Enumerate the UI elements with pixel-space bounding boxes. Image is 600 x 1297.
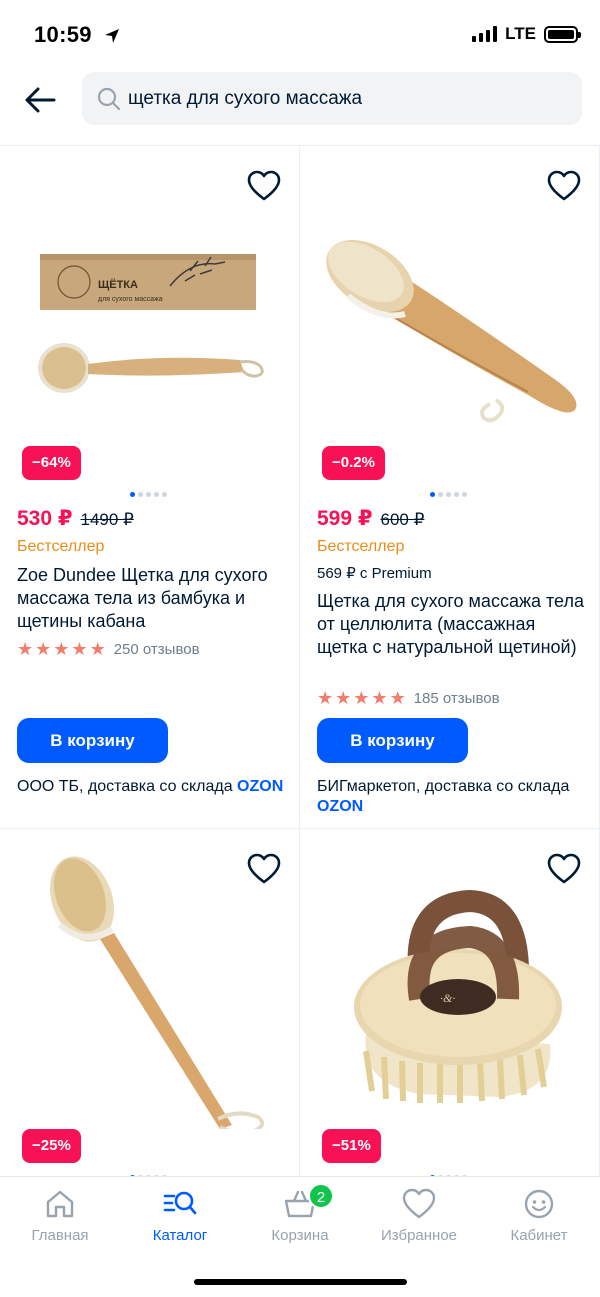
star-icon: ★ [335,688,352,708]
search-icon [97,87,121,111]
location-arrow-icon [105,29,120,44]
reviews-count: 185 отзывов [413,689,500,707]
cart-count-badge: 2 [308,1183,334,1209]
star-icon: ★ [89,639,106,659]
star-icon: ★ [71,639,88,659]
price-row: 530 ₽ 1490 ₽ [17,506,134,531]
star-icon: ★ [353,688,370,708]
tab-favorites[interactable]: Избранное [359,1187,479,1244]
product-title[interactable]: Zoe Dundee Щетка для сухого массажа тела… [17,564,287,633]
favorite-heart-icon[interactable] [547,853,581,885]
tab-label: Кабинет [510,1227,568,1244]
old-price: 1490 ₽ [80,510,134,529]
tab-catalog[interactable]: Каталог [120,1187,240,1244]
back-arrow-icon [25,87,56,113]
search-input[interactable]: щетка для сухого массажа [82,72,582,125]
search-header: щетка для сухого массажа [0,70,600,146]
seller-info: ООО ТБ, доставка со склада OZON [17,777,287,797]
box-sublabel: для сухого массажа [98,296,163,303]
product-title[interactable]: Щетка для сухого массажа тела от целлюли… [317,590,587,659]
tab-label: Главная [31,1227,89,1244]
premium-price: 569 ₽ с Premium [317,565,432,582]
seller-text[interactable]: БИГмаркетоп, доставка со склада [317,778,569,795]
box-label: ЩЁТКА [98,278,138,291]
seller-text[interactable]: ООО ТБ, доставка со склада [17,778,233,795]
home-icon [46,1190,74,1218]
add-to-cart-button[interactable]: В корзину [317,718,468,763]
signal-icon [472,26,498,42]
rating: ★ ★ ★ ★ ★ 250 отзывов [17,640,200,658]
ozon-label: OZON [317,798,364,815]
seller-info: БИГмаркетоп, доставка со склада OZON [317,777,587,817]
rating: ★ ★ ★ ★ ★ 185 отзывов [317,689,500,707]
current-price: 599 ₽ [317,507,373,530]
tab-label: Каталог [152,1227,208,1244]
favorite-heart-icon[interactable] [247,170,281,202]
network-label: LTE [505,24,536,43]
search-query: щетка для сухого массажа [128,88,363,109]
catalog-search-icon [163,1191,197,1215]
bestseller-label: Бестселлер [317,538,405,555]
tab-cart[interactable]: 2 Корзина [240,1183,360,1244]
star-icon: ★ [371,688,388,708]
smiley-icon [524,1189,554,1219]
discount-badge: −25% [22,1129,81,1163]
battery-icon [544,25,581,43]
back-button[interactable] [20,82,60,118]
tab-label: Избранное [380,1227,458,1244]
star-icon: ★ [17,639,34,659]
star-icon: ★ [53,639,70,659]
heart-icon [402,1188,436,1219]
status-indicators: LTE [472,24,581,44]
tab-label: Корзина [271,1227,329,1244]
ozon-label: OZON [237,778,284,795]
status-bar: 10:59 LTE [0,0,600,70]
discount-badge: −64% [22,446,81,480]
favorite-heart-icon[interactable] [247,853,281,885]
current-price: 530 ₽ [17,507,73,530]
home-indicator[interactable] [194,1279,407,1285]
old-price: 600 ₽ [380,510,425,529]
star-icon: ★ [317,688,334,708]
image-pager-dots [130,492,167,497]
product-card[interactable]: −0.2% 599 ₽ 600 ₽ Бестселлер 569 ₽ с Pre… [300,146,600,829]
tab-home[interactable]: Главная [0,1187,120,1244]
star-icon: ★ [389,688,406,708]
favorite-heart-icon[interactable] [547,170,581,202]
discount-badge: −51% [322,1129,381,1163]
product-card[interactable]: ·&· −51% [300,829,600,1189]
discount-badge: −0.2% [322,446,385,480]
image-pager-dots [430,492,467,497]
reviews-count: 250 отзывов [113,640,200,658]
product-card[interactable]: ЩЁТКА для сухого массажа −64% 530 ₽ 1490… [0,146,300,829]
bestseller-label: Бестселлер [17,538,105,555]
add-to-cart-button[interactable]: В корзину [17,718,168,763]
price-row: 599 ₽ 600 ₽ [317,506,424,531]
product-card[interactable]: −25% [0,829,300,1189]
status-time: 10:59 [34,22,120,48]
star-icon: ★ [35,639,52,659]
brush-logo-text: ·&· [440,991,455,1005]
tab-account[interactable]: Кабинет [479,1187,599,1244]
